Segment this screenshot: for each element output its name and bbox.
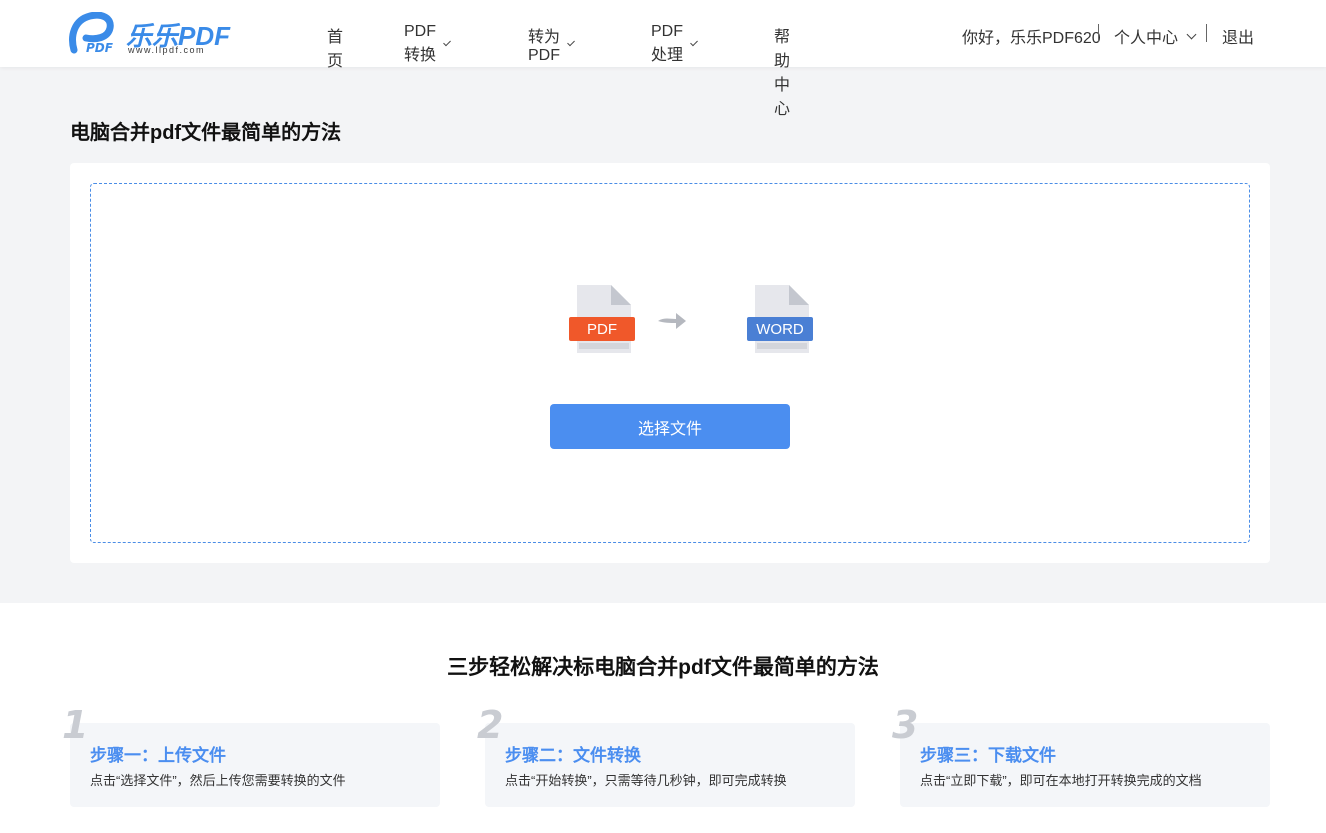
logo-mark-icon: PDF: [69, 12, 114, 54]
divider: [1206, 24, 1207, 42]
nav-label: 首页: [327, 29, 344, 70]
nav-label: PDF处理: [651, 23, 684, 64]
logo-mark-text: PDF: [86, 41, 114, 54]
nav-item-pdf-process[interactable]: PDF处理: [651, 23, 698, 65]
logo-subtext: www.llpdf.com: [128, 45, 206, 55]
user-center-label: 个人中心: [1114, 30, 1179, 47]
nav-label: PDF转换: [404, 23, 437, 64]
divider: [1098, 24, 1099, 42]
step-number: 3: [892, 703, 919, 747]
step-title: 步骤一：上传文件: [90, 746, 226, 765]
chevron-down-icon: [1186, 29, 1197, 39]
chevron-down-icon: [689, 38, 698, 46]
step-card: 2 步骤二：文件转换 点击“开始转换”，只需等待几秒钟，即可完成转换: [477, 703, 855, 807]
select-file-label: 选择文件: [637, 420, 702, 438]
nav-label: 转为PDF: [528, 29, 561, 64]
nav-item-pdf-convert[interactable]: PDF转换: [404, 23, 451, 65]
steps-section: 三步轻松解决标电脑合并pdf文件最简单的方法 1 步骤一：上传文件 点击“选择文…: [0, 603, 1326, 833]
upload-card: PDF WORD 选择文件: [70, 163, 1270, 563]
site-logo[interactable]: PDF 乐乐PDF www.llpdf.com: [68, 12, 238, 56]
select-file-button[interactable]: 选择文件: [550, 404, 790, 449]
chevron-down-icon: [566, 38, 575, 46]
nav-item-help[interactable]: 帮助中心: [774, 23, 790, 119]
step-number: 2: [477, 703, 504, 747]
step-card: 1 步骤一：上传文件 点击“选择文件”，然后上传您需要转换的文件: [62, 703, 440, 807]
word-file-icon: WORD: [747, 285, 813, 353]
pdf-file-icon: PDF: [569, 285, 635, 353]
target-format-label: WORD: [756, 321, 804, 338]
nav-label: 帮助中心: [774, 29, 791, 118]
top-header: PDF 乐乐PDF www.llpdf.com 首页 PDF转换 转为PDF P…: [0, 0, 1326, 118]
user-center-dropdown[interactable]: 个人中心: [1114, 24, 1197, 48]
user-greeting: 你好，乐乐PDF620: [962, 30, 1101, 47]
chevron-down-icon: [442, 38, 451, 46]
step-description: 点击“选择文件”，然后上传您需要转换的文件: [90, 773, 346, 788]
step-number: 1: [62, 703, 89, 747]
page-title: 电脑合并pdf文件最简单的方法: [70, 122, 342, 144]
step-card: 3 步骤三：下载文件 点击“立即下载”，即可在本地打开转换完成的文档: [892, 703, 1270, 807]
arrow-right-icon: [658, 313, 686, 329]
step-title: 步骤三：下载文件: [920, 746, 1056, 765]
step-title: 步骤二：文件转换: [505, 746, 641, 765]
step-description: 点击“立即下载”，即可在本地打开转换完成的文档: [920, 773, 1202, 788]
logout-link[interactable]: 退出: [1222, 24, 1254, 48]
step-description: 点击“开始转换”，只需等待几秒钟，即可完成转换: [505, 773, 787, 788]
source-format-label: PDF: [587, 321, 617, 338]
nav-item-home[interactable]: 首页: [327, 23, 343, 71]
steps-title: 三步轻松解决标电脑合并pdf文件最简单的方法: [447, 656, 879, 679]
nav-item-to-pdf[interactable]: 转为PDF: [528, 23, 575, 65]
file-dropzone[interactable]: PDF WORD 选择文件: [90, 183, 1250, 543]
